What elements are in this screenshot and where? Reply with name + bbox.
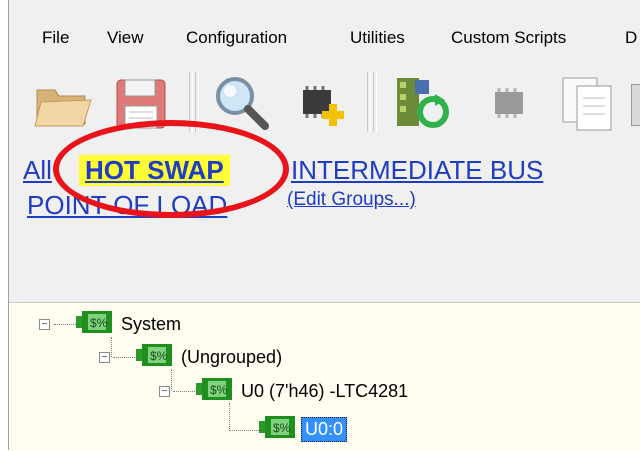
device-tree: − $% System − $% (Ungrouped) − $% U0 (7'… — [9, 302, 640, 451]
tree-node-label: U0 (7'h46) -LTC4281 — [241, 380, 409, 401]
collapse-icon[interactable]: − — [159, 385, 170, 397]
collapse-icon[interactable]: − — [39, 318, 50, 330]
menu-custom-scripts[interactable]: Custom Scripts — [451, 28, 566, 48]
collapse-icon[interactable]: − — [99, 351, 110, 363]
svg-text:$%: $% — [210, 383, 228, 397]
copy-document-icon[interactable] — [557, 70, 621, 134]
tree-node-rail-u0-0[interactable]: $% U0:0 — [259, 414, 348, 445]
toolbar-separator — [373, 72, 377, 132]
edit-groups-link[interactable]: (Edit Groups...) — [287, 189, 416, 211]
power-module-icon: $% — [76, 309, 118, 340]
toolbar-overflow-edge — [631, 84, 640, 126]
tree-node-label: System — [121, 313, 182, 334]
menu-file[interactable]: File — [42, 28, 69, 48]
svg-text:$%: $% — [150, 349, 168, 363]
add-chip-icon[interactable] — [289, 70, 353, 134]
group-link-intermediate-bus[interactable]: INTERMEDIATE BUS — [291, 155, 543, 186]
svg-text:$%: $% — [273, 421, 291, 435]
annotation-red-ellipse — [53, 120, 289, 218]
menu-bar: File View Configuration Utilities Custom… — [9, 22, 640, 56]
tree-node-label-selected: U0:0 — [301, 416, 348, 442]
menu-configuration[interactable]: Configuration — [186, 28, 287, 48]
tree-connector — [229, 403, 230, 431]
menu-d-truncated[interactable]: D — [625, 28, 637, 48]
power-module-icon: $% — [196, 376, 238, 407]
application-window: File View Configuration Utilities Custom… — [8, 0, 640, 451]
open-folder-icon[interactable] — [31, 70, 95, 134]
menu-view[interactable]: View — [107, 28, 144, 48]
group-link-all[interactable]: All — [23, 155, 52, 186]
chip-disabled-icon[interactable] — [477, 70, 541, 134]
tree-node-label: (Ungrouped) — [181, 346, 283, 367]
tree-node-device-ltc4281[interactable]: − $% U0 (7'h46) -LTC4281 — [159, 377, 411, 405]
tree-node-ungrouped[interactable]: − $% (Ungrouped) — [99, 343, 285, 371]
tree-connector — [229, 430, 263, 431]
power-module-icon: $% — [136, 342, 178, 373]
tree-node-system[interactable]: − $% System — [39, 310, 184, 338]
power-module-icon: $% — [259, 414, 301, 445]
scan-refresh-icon[interactable] — [389, 70, 453, 134]
menu-utilities[interactable]: Utilities — [350, 28, 405, 48]
svg-text:$%: $% — [90, 316, 108, 330]
toolbar-separator — [367, 72, 371, 132]
